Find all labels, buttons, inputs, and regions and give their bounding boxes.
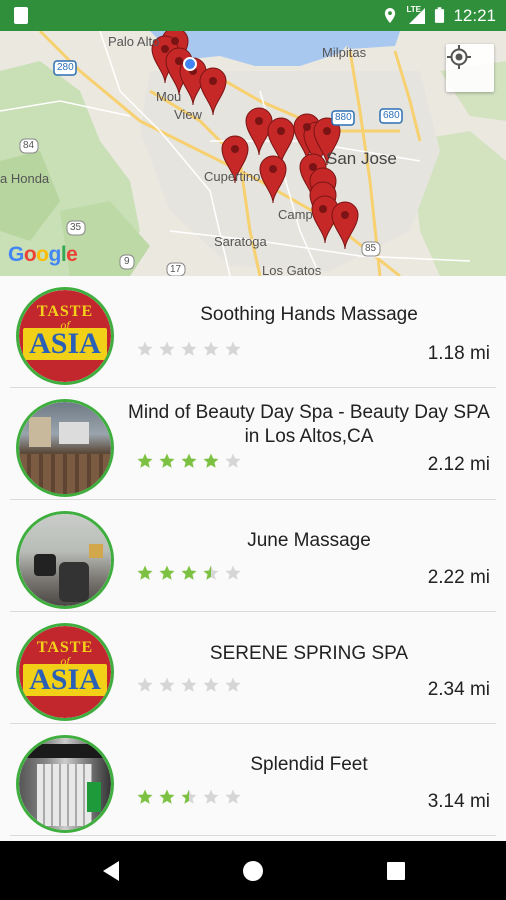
star-icon bbox=[137, 789, 153, 804]
map-label-palo-alto: Palo Alto bbox=[108, 34, 160, 49]
battery-icon bbox=[435, 7, 445, 23]
distance-label: 2.22 mi bbox=[427, 567, 490, 588]
status-icons: LTE 12:21 bbox=[382, 0, 496, 31]
star-icon bbox=[225, 565, 241, 580]
star-icon bbox=[225, 789, 241, 804]
map-label-saratoga: Saratoga bbox=[214, 234, 267, 249]
distance-label: 2.12 mi bbox=[427, 454, 490, 475]
map-label-san-jose: San Jose bbox=[326, 149, 397, 168]
notification-icon bbox=[14, 7, 28, 24]
highway-9-label: 9 bbox=[124, 256, 130, 267]
place-thumbnail: TASTE of ASIA bbox=[16, 623, 114, 721]
distance-label: 2.34 mi bbox=[427, 679, 490, 700]
status-bar: LTE 12:21 bbox=[0, 0, 506, 31]
system-nav-bar bbox=[0, 841, 506, 900]
star-icon bbox=[181, 789, 197, 804]
place-name: June Massage bbox=[247, 530, 371, 551]
map-label-mountain-view-b: View bbox=[174, 107, 202, 122]
highway-85-label: 85 bbox=[365, 243, 377, 254]
rating-stars bbox=[136, 564, 242, 582]
place-thumbnail bbox=[16, 399, 114, 497]
place-thumbnail bbox=[16, 511, 114, 609]
list-item[interactable]: TASTE of ASIA SERENE SPRING SPA 2.34 mi bbox=[0, 612, 506, 724]
star-icon bbox=[159, 341, 175, 356]
home-button[interactable] bbox=[237, 855, 269, 887]
star-icon bbox=[137, 677, 153, 692]
distance-label: 3.14 mi bbox=[427, 791, 490, 812]
my-location-icon bbox=[447, 45, 471, 69]
star-icon bbox=[203, 677, 219, 692]
taste-of-asia-logo: TASTE of ASIA bbox=[19, 626, 111, 718]
place-name: Splendid Feet bbox=[250, 754, 368, 775]
map-label-la-honda: a Honda bbox=[0, 171, 50, 186]
star-icon bbox=[181, 677, 197, 692]
star-icon bbox=[159, 565, 175, 580]
star-icon bbox=[203, 565, 219, 580]
star-icon bbox=[181, 565, 197, 580]
star-icon bbox=[181, 341, 197, 356]
place-name: SERENE SPRING SPA bbox=[209, 643, 409, 664]
place-name: Soothing Hands Massage bbox=[200, 304, 418, 325]
highway-680-label: 680 bbox=[383, 110, 400, 121]
distance-label: 1.18 mi bbox=[427, 343, 490, 364]
star-icon bbox=[137, 453, 153, 468]
place-name: Mind of Beauty Day Spa - Beauty Day SPA … bbox=[128, 402, 490, 447]
star-icon bbox=[225, 677, 241, 692]
star-icon bbox=[225, 341, 241, 356]
google-logo: Google bbox=[8, 243, 78, 266]
list-item[interactable]: Mind of Beauty Day Spa - Beauty Day SPA … bbox=[0, 388, 506, 500]
list-item[interactable]: June Massage 2.22 mi bbox=[0, 500, 506, 612]
location-icon bbox=[385, 7, 396, 24]
star-icon bbox=[181, 453, 197, 468]
star-icon bbox=[137, 565, 153, 580]
highway-880-label: 880 bbox=[335, 112, 352, 123]
map-view[interactable]: Palo Alto Milpitas Mou View Cupertino Sa… bbox=[0, 31, 506, 276]
back-icon bbox=[103, 861, 119, 881]
map-label-cupertino: Cupertino bbox=[204, 169, 261, 184]
star-icon bbox=[203, 453, 219, 468]
list-item[interactable]: Splendid Feet 3.14 mi bbox=[0, 724, 506, 836]
map-label-campbell: Camp bbox=[278, 207, 313, 222]
place-thumbnail bbox=[16, 735, 114, 833]
star-icon bbox=[159, 789, 175, 804]
map-label-los-gatos: Los Gatos bbox=[262, 263, 322, 276]
map-label-milpitas: Milpitas bbox=[322, 45, 367, 60]
highway-84-label: 84 bbox=[23, 140, 35, 151]
divider bbox=[10, 835, 496, 836]
star-icon bbox=[159, 453, 175, 468]
star-icon bbox=[225, 453, 241, 468]
rating-stars bbox=[136, 788, 242, 806]
map-label-mountain-view-a: Mou bbox=[156, 89, 182, 104]
list-item[interactable]: TASTE of ASIA Soothing Hands Massage 1.18 mi bbox=[0, 276, 506, 388]
star-icon bbox=[137, 341, 153, 356]
home-icon bbox=[243, 861, 263, 881]
clock: 12:21 bbox=[453, 5, 496, 25]
highway-280-label: 280 bbox=[57, 62, 74, 73]
highway-17-label: 17 bbox=[170, 264, 182, 275]
back-button[interactable] bbox=[95, 855, 127, 887]
highway-35-label: 35 bbox=[70, 222, 82, 233]
my-location-button[interactable] bbox=[446, 44, 494, 92]
recents-button[interactable] bbox=[380, 855, 412, 887]
rating-stars bbox=[136, 676, 242, 694]
recents-icon bbox=[387, 862, 405, 880]
taste-of-asia-logo: TASTE of ASIA bbox=[19, 290, 111, 382]
lte-signal-icon: LTE bbox=[406, 5, 426, 25]
star-icon bbox=[203, 789, 219, 804]
star-icon bbox=[159, 677, 175, 692]
rating-stars bbox=[136, 452, 242, 470]
rating-stars bbox=[136, 340, 242, 358]
star-icon bbox=[203, 341, 219, 356]
places-list[interactable]: TASTE of ASIA Soothing Hands Massage 1.18 mi… bbox=[0, 276, 506, 841]
place-thumbnail: TASTE of ASIA bbox=[16, 287, 114, 385]
